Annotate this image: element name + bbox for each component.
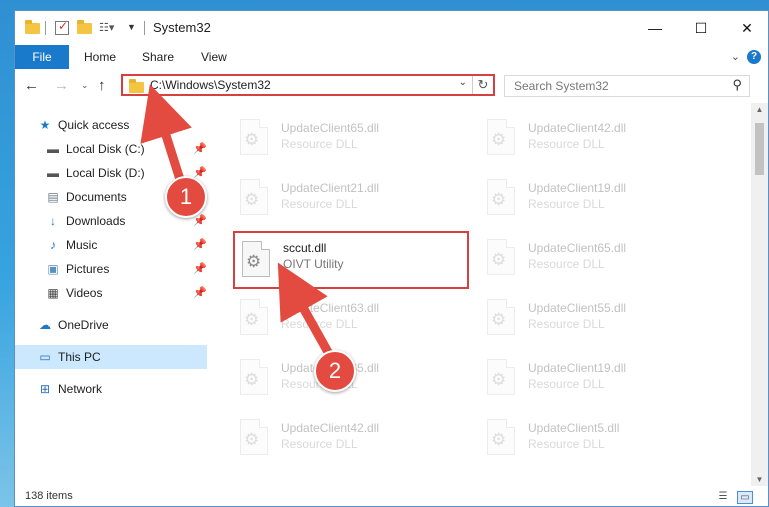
arrow-step-2 [277, 262, 338, 366]
explorer-window: ☷▾ ▼ System32 — ☐ ✕ File Home Share View… [14, 10, 769, 507]
annotation-arrows [140, 84, 338, 366]
step-1-callout: 1 [165, 176, 207, 218]
step-2-callout: 2 [314, 350, 356, 392]
